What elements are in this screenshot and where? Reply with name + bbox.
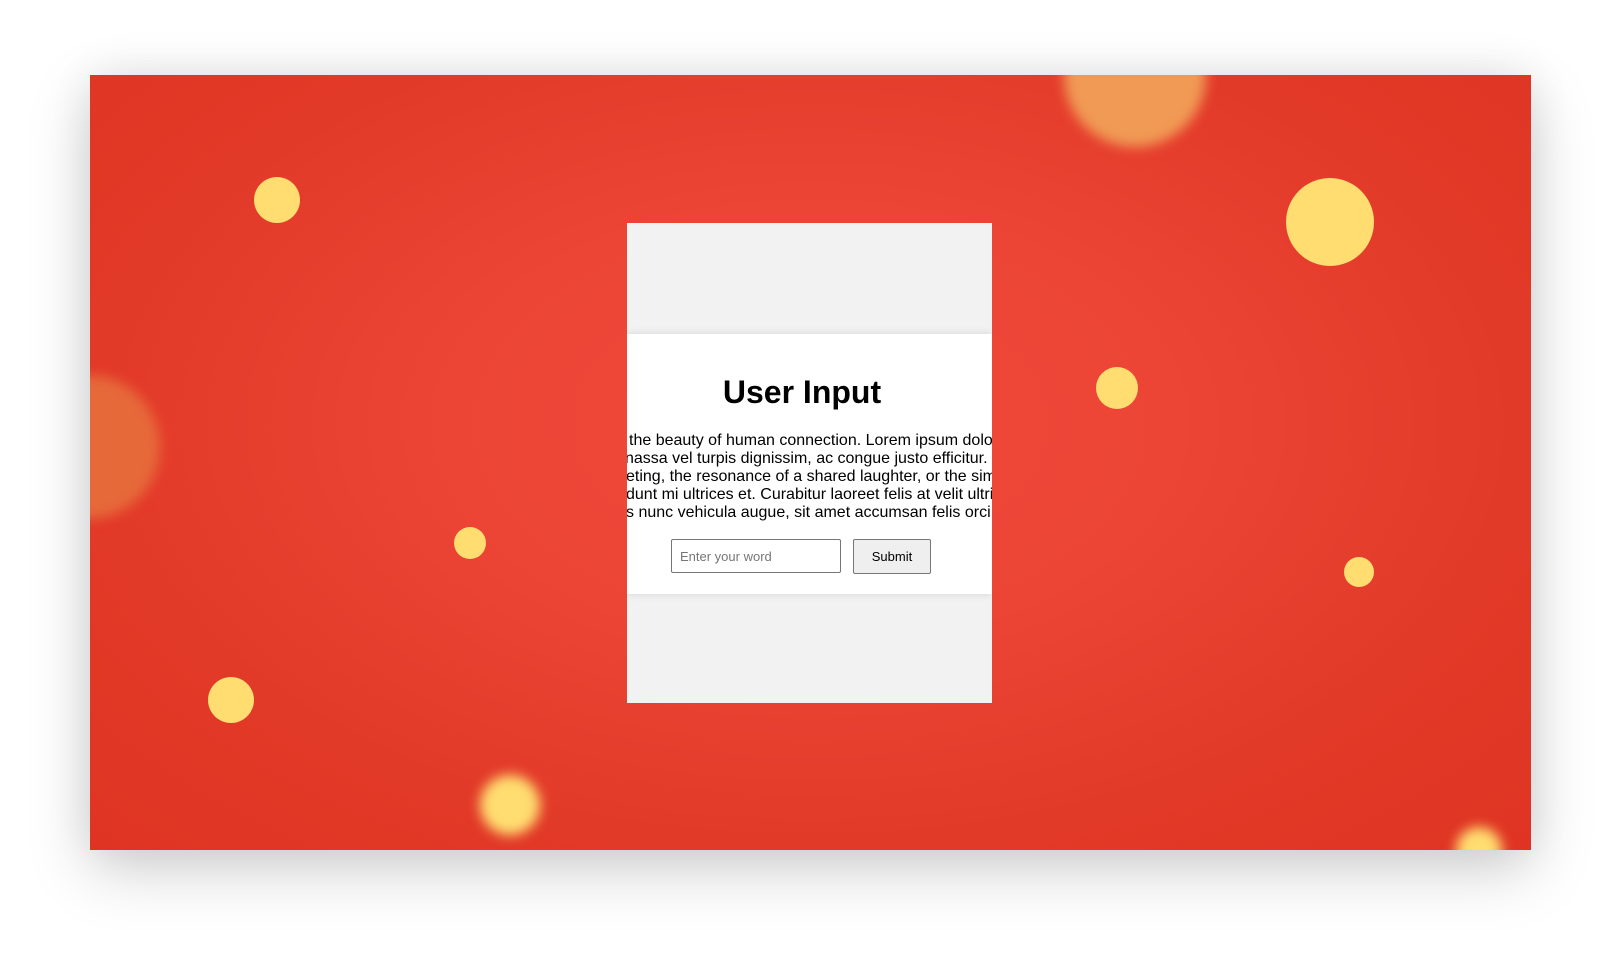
text-line: eting, the resonance of a shared laughte… [627,468,992,485]
decorative-dot [454,527,486,559]
decorative-dot [1286,178,1374,266]
scrolling-text: the beauty of human connection. Lorem ip… [627,432,992,524]
text-line: the beauty of human connection. Lorem ip… [629,432,992,449]
decorative-dot [208,677,254,723]
text-line: s nunc vehicula augue, sit amet accumsan… [627,504,991,521]
app-background: User Input the beauty of human connectio… [90,75,1531,850]
text-line: dunt mi ultrices et. Curabitur laoreet f… [627,486,992,503]
input-card: User Input the beauty of human connectio… [627,223,992,703]
decorative-dot [90,375,160,519]
decorative-dot [1456,827,1502,850]
decorative-dot [1096,367,1138,409]
text-line: nassa vel turpis dignissim, ac congue ju… [627,450,988,467]
decorative-dot [480,775,540,835]
submit-button[interactable]: Submit [853,539,931,574]
decorative-dot [254,177,300,223]
page-title: User Input [722,374,882,410]
word-input[interactable] [671,539,841,573]
input-panel: User Input the beauty of human connectio… [627,334,992,594]
decorative-dot [1344,557,1374,587]
decorative-dot [1064,75,1206,147]
